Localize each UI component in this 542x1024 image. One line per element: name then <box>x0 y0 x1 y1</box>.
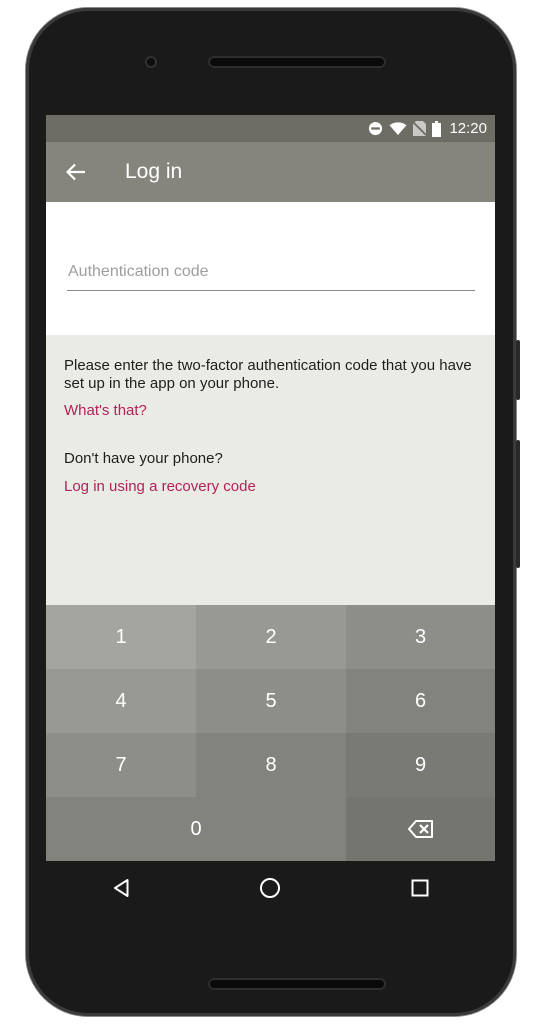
key-0[interactable]: 0 <box>46 797 346 861</box>
home-circle-icon <box>260 878 281 898</box>
nav-back-button[interactable] <box>101 868 141 908</box>
screen: 12:20 Log in Please enter the two-factor… <box>46 115 495 861</box>
page-title: Log in <box>125 160 183 183</box>
status-bar: 12:20 <box>46 115 495 142</box>
do-not-disturb-icon <box>368 121 383 136</box>
back-triangle-icon <box>113 879 129 897</box>
numeric-keypad: 1 2 3 4 5 6 7 8 9 0 <box>46 605 495 861</box>
back-button[interactable] <box>60 156 92 188</box>
status-time: 12:20 <box>449 120 487 137</box>
key-4[interactable]: 4 <box>46 669 196 733</box>
no-phone-text: Don't have your phone? <box>64 450 223 467</box>
battery-icon <box>432 120 442 137</box>
help-section: Please enter the two-factor authenticati… <box>64 357 474 496</box>
key-9[interactable]: 9 <box>346 733 495 797</box>
arrow-left-icon <box>66 163 85 181</box>
front-camera <box>145 56 157 68</box>
wifi-icon <box>389 121 407 136</box>
app-bar: Log in <box>46 142 495 202</box>
key-1[interactable]: 1 <box>46 605 196 669</box>
code-input-card <box>46 202 495 335</box>
power-button <box>516 340 520 400</box>
recents-square-icon <box>411 879 429 897</box>
key-5[interactable]: 5 <box>196 669 346 733</box>
key-8[interactable]: 8 <box>196 733 346 797</box>
nav-home-button[interactable] <box>250 868 290 908</box>
key-2[interactable]: 2 <box>196 605 346 669</box>
backspace-icon <box>407 820 433 838</box>
no-sim-icon <box>413 121 427 136</box>
backspace-key[interactable] <box>346 797 495 861</box>
top-speaker-grille <box>208 56 386 68</box>
bottom-speaker-grille <box>208 978 386 990</box>
recovery-code-link[interactable]: Log in using a recovery code <box>64 478 256 495</box>
system-nav-bar <box>46 861 495 915</box>
key-6[interactable]: 6 <box>346 669 495 733</box>
volume-button <box>516 440 520 568</box>
authentication-code-input[interactable] <box>67 254 475 291</box>
key-7[interactable]: 7 <box>46 733 196 797</box>
key-3[interactable]: 3 <box>346 605 495 669</box>
whats-that-link[interactable]: What's that? <box>64 402 147 419</box>
instructions-text: Please enter the two-factor authenticati… <box>64 357 472 392</box>
nav-recents-button[interactable] <box>400 868 440 908</box>
